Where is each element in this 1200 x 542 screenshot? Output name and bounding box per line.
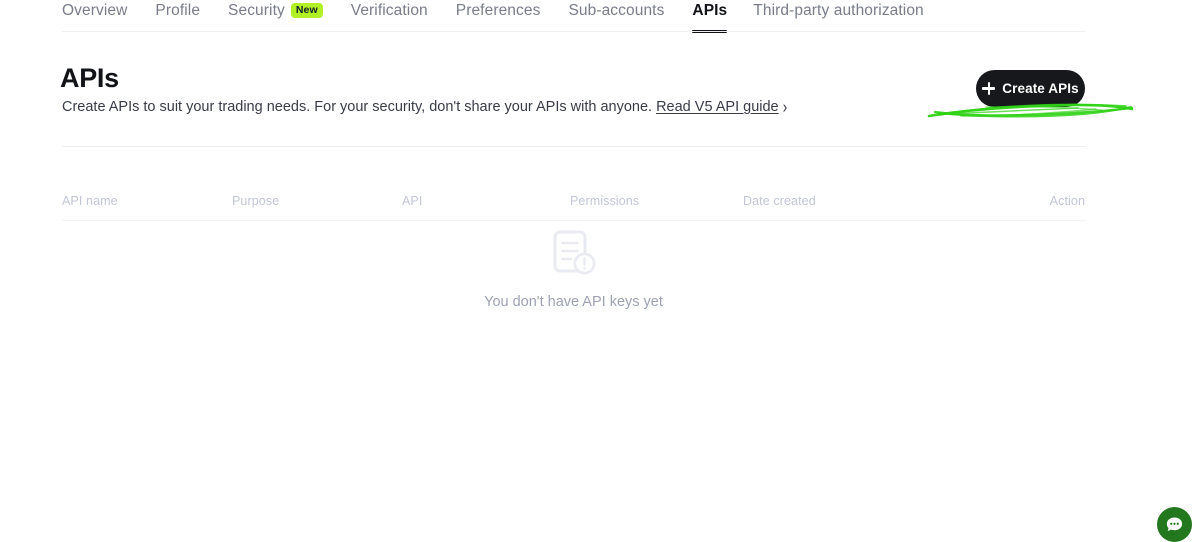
- tab-label: Overview: [62, 2, 128, 19]
- tab-overview[interactable]: Overview: [62, 0, 127, 22]
- tab-third-party-authorization[interactable]: Third-party authorization: [753, 0, 924, 22]
- account-tabs-nav: Overview Profile Security New Verification Pr…: [0, 0, 1200, 33]
- tab-label: Profile: [155, 2, 201, 19]
- chat-bubble-icon: [1166, 517, 1183, 532]
- chat-support-button[interactable]: [1157, 507, 1192, 542]
- nav-divider: [62, 31, 1085, 32]
- tab-profile[interactable]: Profile: [155, 0, 200, 22]
- read-api-guide-link[interactable]: Read V5 API guide: [656, 99, 779, 115]
- tab-label: Preferences: [455, 2, 541, 19]
- tab-label: Verification: [350, 2, 428, 19]
- tab-label: Security: [228, 2, 285, 19]
- table-header-divider: [62, 220, 1085, 221]
- column-header-permissions: Permissions: [570, 194, 640, 208]
- empty-state-message: You don't have API keys yet: [484, 294, 663, 310]
- chevron-right-icon[interactable]: ›: [783, 94, 788, 119]
- tab-label: Third-party authorization: [753, 2, 924, 19]
- document-alert-icon: [553, 230, 595, 275]
- page-title: APIs: [60, 63, 119, 93]
- page-description: Create APIs to suit your trading needs. …: [62, 96, 787, 117]
- tab-label: Sub-accounts: [568, 2, 665, 19]
- column-header-api: API: [402, 194, 423, 208]
- create-apis-button-label: Create APIs: [1002, 81, 1079, 96]
- column-header-action: Action: [1049, 194, 1085, 208]
- tab-sub-accounts[interactable]: Sub-accounts: [568, 0, 664, 22]
- tab-preferences[interactable]: Preferences: [456, 0, 541, 22]
- tab-apis[interactable]: APIs: [692, 0, 728, 33]
- tab-verification[interactable]: Verification: [351, 0, 428, 22]
- tab-label: APIs: [692, 2, 728, 19]
- create-apis-button[interactable]: Create APIs: [976, 70, 1085, 107]
- column-header-purpose: Purpose: [232, 194, 280, 208]
- tab-new-badge: New: [290, 2, 323, 18]
- plus-icon: [982, 82, 996, 95]
- column-header-date-created: Date created: [743, 194, 816, 208]
- column-header-api-name: API name: [62, 194, 118, 208]
- section-divider: [62, 146, 1085, 147]
- tab-security[interactable]: Security New: [228, 0, 323, 22]
- tab-list: Overview Profile Security New Verification Pr…: [62, 0, 952, 33]
- empty-state: You don't have API keys yet: [62, 228, 1085, 312]
- api-table-header: API name Purpose API Permissions Date create…: [62, 193, 1085, 209]
- page-description-text: Create APIs to suit your trading needs. …: [62, 99, 653, 115]
